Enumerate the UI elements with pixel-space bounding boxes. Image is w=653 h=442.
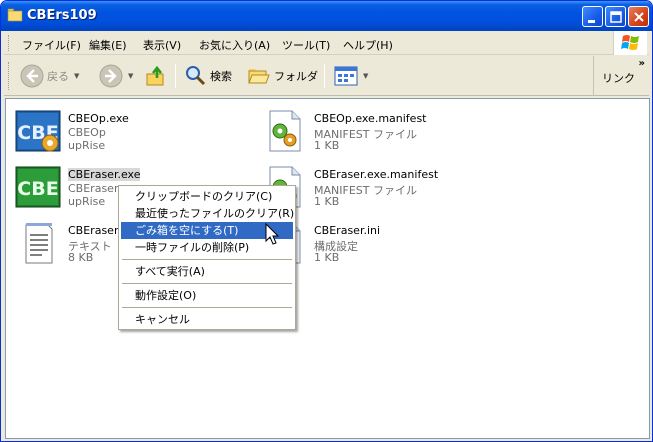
text-file-icon [25,223,53,264]
file-size: 1 KB [314,251,340,264]
file-list-view[interactable]: CBE CBEOp.exe CBEOp upRise CBEOp.exe.man… [5,98,650,439]
back-dropdown-icon[interactable]: ▼ [74,72,79,80]
file-name: CBEOp.exe.manifest [314,112,427,125]
search-icon [186,66,206,86]
menu-edit[interactable]: 編集(E) [89,37,127,53]
search-label: 検索 [210,70,232,83]
file-size: 1 KB [314,139,340,152]
links-toolbar[interactable]: リンク » [593,56,649,96]
folders-button[interactable]: フォルダ [247,62,318,90]
views-icon [334,66,358,86]
menu-bar: ファイル(F) 編集(E) 表示(V) お気に入り(A) ツール(T) ヘルプ(… [4,31,649,55]
windows-logo-icon [613,31,647,55]
maximize-button[interactable] [605,6,626,27]
views-button[interactable]: ▼ [334,62,368,90]
file-name: CBEOp.exe [68,112,129,125]
toolbar-separator [175,64,176,88]
title-bar[interactable]: CBErs109 [1,1,652,31]
menu-tools[interactable]: ツール(T) [282,37,330,53]
up-folder-button[interactable] [144,62,168,90]
menu-item-settings[interactable]: 動作設定(O) [121,287,293,304]
file-company: upRise [68,195,106,208]
menu-favorites[interactable]: お気に入り(A) [199,37,270,53]
manifest-file-icon [269,110,301,152]
context-menu: クリップボードのクリア(C) 最近使ったファイルのクリア(R) ごみ箱を空にする… [118,185,296,330]
file-size: 1 KB [314,195,340,208]
explorer-window: CBErs109 ファイル(F) 編集(E) 表示(V) お気に入り(A) ツー… [0,0,653,442]
menu-separator [122,259,292,260]
links-label: リンク [602,72,635,85]
menu-item-clear-clipboard[interactable]: クリップボードのクリア(C) [121,188,293,205]
close-button[interactable] [628,6,649,27]
mouse-pointer-icon [265,223,280,245]
cbe-app-icon: CBE [15,110,61,152]
file-description: CBEraser [68,182,119,195]
menu-help[interactable]: ヘルプ(H) [343,37,393,53]
back-button[interactable]: 戻る ▼ [20,62,79,90]
back-arrow-icon [20,64,44,88]
file-name: CBEraser.ini [314,224,381,237]
minimize-button[interactable] [582,6,603,27]
folders-label: フォルダ [274,70,318,83]
menu-item-cancel[interactable]: キャンセル [121,311,293,328]
toolbar: 戻る ▼ ▼ 検索 フォルダ ▼ リンク » [4,56,649,96]
menu-view[interactable]: 表示(V) [143,37,181,53]
file-company: upRise [68,139,106,152]
minimize-icon [588,20,595,23]
menu-separator [122,283,292,284]
folders-icon [248,69,270,84]
window-title: CBErs109 [27,8,97,23]
forward-dropdown-icon[interactable]: ▼ [128,72,133,80]
file-name: CBEraser. [68,224,121,237]
file-item[interactable]: CBE CBEOp.exe CBEOp upRise [10,101,240,152]
close-icon [634,12,644,22]
forward-arrow-icon [99,64,123,88]
menu-grip[interactable] [8,35,11,51]
folder-icon [7,8,23,22]
forward-button[interactable]: ▼ [99,62,133,90]
menu-item-clear-recent-files[interactable]: 最近使ったファイルのクリア(R) [121,205,294,222]
file-size: 8 KB [68,251,94,264]
up-folder-icon [146,65,164,86]
menu-separator [122,307,292,308]
toolbar-separator [324,64,325,88]
file-description: CBEOp [68,126,106,139]
file-name: CBEraser.exe [68,168,141,181]
svg-text:CBE: CBE [17,178,58,200]
file-item[interactable]: CBEOp.exe.manifest MANIFEST ファイル 1 KB [256,101,486,152]
menu-item-run-all[interactable]: すべて実行(A) [121,263,293,280]
maximize-icon [610,11,622,23]
back-label: 戻る [47,70,69,83]
cbe-app-icon: CBE [15,166,61,208]
search-button[interactable]: 検索 [183,62,232,90]
views-dropdown-icon[interactable]: ▼ [363,72,368,80]
menu-file[interactable]: ファイル(F) [22,37,81,53]
links-chevron-icon[interactable]: » [639,58,645,69]
file-name: CBEraser.exe.manifest [314,168,439,181]
toolbar-grip[interactable] [8,62,11,90]
